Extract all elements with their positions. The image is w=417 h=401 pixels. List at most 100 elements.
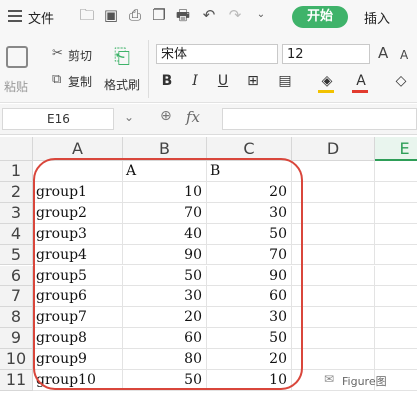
font-size-select[interactable]: 12: [282, 44, 370, 64]
row-header[interactable]: 9: [0, 328, 33, 350]
italic-button[interactable]: I: [186, 73, 204, 89]
table-cell[interactable]: group5: [33, 265, 123, 287]
quick-access-dropdown-icon[interactable]: ⌄: [252, 6, 270, 24]
undo-icon[interactable]: ↶: [200, 6, 218, 24]
table-cell[interactable]: [375, 349, 417, 370]
table-cell[interactable]: group1: [33, 181, 123, 203]
bold-button[interactable]: B: [158, 73, 176, 89]
table-cell[interactable]: [375, 203, 417, 224]
table-cell[interactable]: [375, 161, 417, 182]
fill-pattern-icon[interactable]: ▤: [276, 73, 294, 89]
table-cell[interactable]: 30: [123, 286, 207, 308]
table-cell[interactable]: [292, 349, 375, 370]
table-cell[interactable]: A: [123, 161, 207, 182]
table-cell[interactable]: 70: [123, 202, 207, 224]
table-cell[interactable]: 60: [123, 328, 207, 350]
table-cell[interactable]: group7: [33, 307, 123, 329]
open-folder-icon[interactable]: 🗀: [78, 6, 96, 24]
row-header[interactable]: 5: [0, 244, 33, 266]
column-header-e[interactable]: E: [375, 137, 417, 161]
table-cell[interactable]: 30: [207, 307, 292, 329]
table-cell[interactable]: [375, 307, 417, 329]
export-pdf-icon[interactable]: ❐: [150, 6, 168, 24]
table-cell[interactable]: [292, 161, 375, 182]
table-cell[interactable]: [292, 244, 375, 266]
table-cell[interactable]: 30: [207, 202, 292, 224]
table-cell[interactable]: group2: [33, 202, 123, 224]
cut-button[interactable]: 剪切: [68, 47, 92, 64]
table-cell[interactable]: 20: [123, 307, 207, 329]
table-cell[interactable]: [292, 328, 375, 350]
fill-color-icon[interactable]: ◈: [316, 73, 338, 89]
table-cell[interactable]: 40: [123, 223, 207, 245]
table-cell[interactable]: [292, 286, 375, 308]
table-cell[interactable]: [292, 265, 375, 287]
table-cell[interactable]: [292, 181, 375, 203]
row-header[interactable]: 10: [0, 349, 33, 370]
row-header[interactable]: 7: [0, 286, 33, 308]
row-header[interactable]: 4: [0, 223, 33, 245]
print-icon[interactable]: 🖶: [174, 6, 192, 24]
column-header-b[interactable]: B: [123, 137, 207, 161]
copy-button[interactable]: 复制: [68, 73, 92, 90]
table-cell[interactable]: group9: [33, 349, 123, 370]
font-name-select[interactable]: 宋体: [156, 44, 278, 64]
table-cell[interactable]: [292, 307, 375, 329]
table-cell[interactable]: [292, 202, 375, 224]
table-cell[interactable]: 20: [207, 349, 292, 370]
formula-input[interactable]: [222, 108, 417, 130]
paste-icon[interactable]: [6, 46, 28, 68]
fx-icon[interactable]: fx: [186, 108, 200, 126]
table-cell[interactable]: group8: [33, 328, 123, 350]
table-cell[interactable]: 50: [207, 328, 292, 350]
table-cell[interactable]: 90: [207, 265, 292, 287]
table-cell[interactable]: 90: [123, 244, 207, 266]
table-cell[interactable]: group4: [33, 244, 123, 266]
table-cell[interactable]: [375, 286, 417, 308]
table-cell[interactable]: B: [207, 161, 292, 182]
print-preview-icon[interactable]: ⎙: [126, 6, 144, 24]
table-cell[interactable]: 50: [123, 370, 207, 391]
row-header[interactable]: 8: [0, 307, 33, 329]
table-cell[interactable]: 60: [207, 286, 292, 308]
table-cell[interactable]: 50: [207, 223, 292, 245]
table-cell[interactable]: 50: [123, 265, 207, 287]
table-cell[interactable]: 10: [207, 370, 292, 391]
hamburger-menu-icon[interactable]: [8, 10, 22, 22]
table-cell[interactable]: 70: [207, 244, 292, 266]
column-header-a[interactable]: A: [33, 137, 123, 161]
table-cell[interactable]: [375, 328, 417, 350]
row-header[interactable]: 3: [0, 202, 33, 224]
column-header-d[interactable]: D: [292, 137, 375, 161]
table-cell[interactable]: 10: [123, 181, 207, 203]
table-cell[interactable]: [375, 224, 417, 245]
table-cell[interactable]: [375, 266, 417, 287]
table-cell[interactable]: [375, 182, 417, 203]
eraser-icon[interactable]: ◇: [392, 73, 410, 89]
row-header[interactable]: 11: [0, 370, 33, 391]
table-cell[interactable]: [375, 245, 417, 266]
table-cell[interactable]: group3: [33, 223, 123, 245]
table-cell[interactable]: [33, 161, 123, 182]
underline-button[interactable]: U: [214, 73, 232, 89]
redo-icon[interactable]: ↷: [226, 6, 244, 24]
tab-insert[interactable]: 插入: [364, 8, 390, 27]
font-color-button[interactable]: A: [352, 73, 370, 89]
grow-font-button[interactable]: A: [378, 44, 388, 62]
save-icon[interactable]: ▣: [102, 6, 120, 24]
table-cell[interactable]: group6: [33, 286, 123, 308]
table-cell[interactable]: 80: [123, 349, 207, 370]
row-header[interactable]: 1: [0, 161, 33, 182]
table-cell[interactable]: [292, 223, 375, 245]
table-cell[interactable]: 20: [207, 181, 292, 203]
format-painter-icon[interactable]: ⎗: [114, 44, 130, 68]
shrink-font-button[interactable]: A: [400, 48, 408, 62]
select-all-corner[interactable]: [0, 137, 33, 161]
row-header[interactable]: 2: [0, 181, 33, 203]
paste-label[interactable]: 粘贴: [4, 78, 28, 95]
format-painter-button[interactable]: 格式刷: [104, 76, 140, 93]
name-box[interactable]: E16: [2, 108, 114, 130]
borders-icon[interactable]: ⊞: [244, 73, 262, 89]
chevron-down-icon[interactable]: ⌄: [124, 110, 134, 124]
tab-start[interactable]: 开始: [292, 6, 348, 28]
